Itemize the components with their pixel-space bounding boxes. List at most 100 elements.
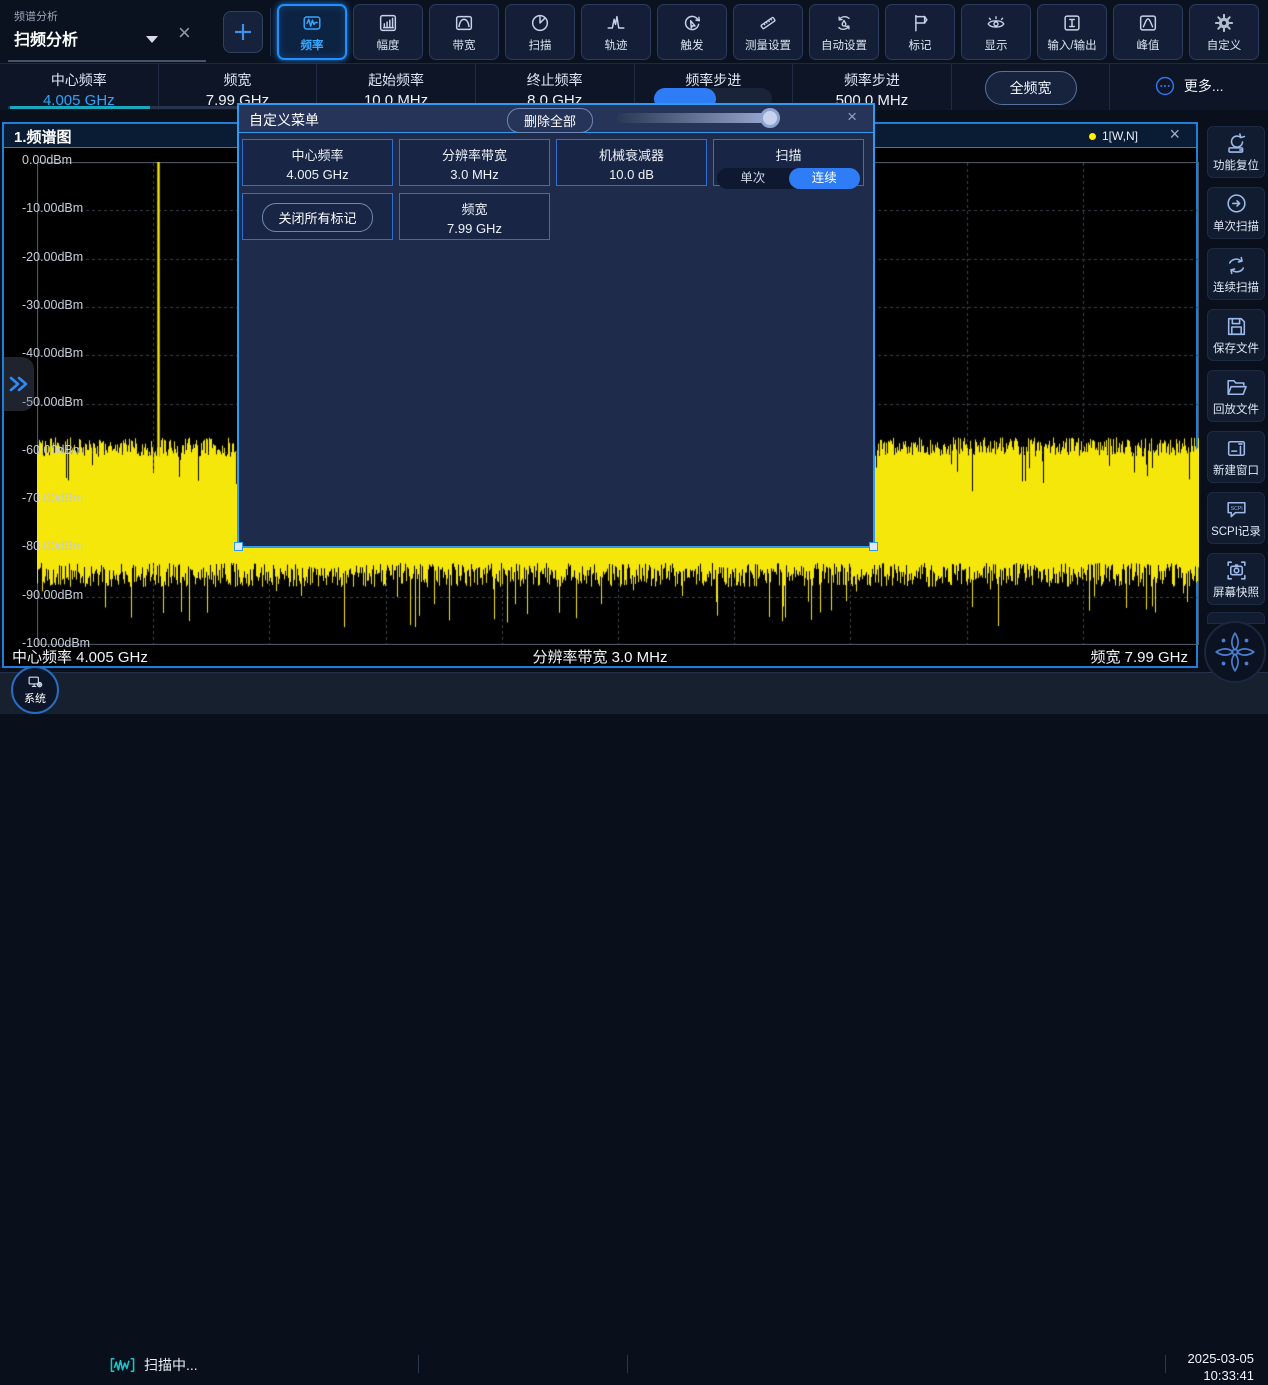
new-window-button[interactable]: 新建窗口 <box>1207 431 1265 483</box>
replay-file-button[interactable]: 回放文件 <box>1207 370 1265 422</box>
footer-span: 频宽 7.99 GHz <box>1090 646 1188 667</box>
param-center-frequency[interactable]: 中心频率 4.005 GHz <box>0 64 159 110</box>
sidebar-item-label: 单次扫描 <box>1213 218 1259 234</box>
spectrum-window-title: 1.频谱图 <box>14 126 72 147</box>
card-value: 4.005 GHz <box>243 167 392 182</box>
save-icon <box>1224 314 1249 339</box>
card-label: 中心频率 <box>243 145 392 164</box>
toolbar-frequency-button[interactable]: 频率 <box>277 4 347 60</box>
y-tick-label: -60.00dBm <box>22 443 83 457</box>
toolbar-buttons: 频率 幅度 带宽 扫描 轨迹 触发 测量设置 自动设置 <box>277 4 1259 60</box>
trace-color-dot <box>1089 133 1096 140</box>
trace-icon <box>605 12 627 34</box>
toolbar-bandwidth-button[interactable]: 带宽 <box>429 4 499 60</box>
analysis-mode-tab[interactable]: 频谱分析 扫频分析 × <box>8 0 206 62</box>
time-text: 10:33:41 <box>1188 1368 1255 1385</box>
sweep-single-option[interactable]: 单次 <box>717 168 789 189</box>
toolbar-sweep-button[interactable]: 扫描 <box>505 4 575 60</box>
dialog-card-close-markers: 关闭所有标记 <box>242 193 393 240</box>
toolbar-input-output-label: 输入/输出 <box>1047 37 1096 53</box>
y-tick-label: -40.00dBm <box>22 346 83 360</box>
save-file-button[interactable]: 保存文件 <box>1207 309 1265 361</box>
param-full-span-cell: 全频宽 <box>952 64 1111 110</box>
scpi-log-button[interactable]: SCPI SCPI记录 <box>1207 492 1265 544</box>
dialog-header[interactable]: 自定义菜单 删除全部 × <box>239 105 873 133</box>
scpi-bubble-icon: SCPI <box>1224 497 1249 522</box>
system-monitor-icon <box>27 674 44 691</box>
toolbar-marker-button[interactable]: 标记 <box>885 4 955 60</box>
single-sweep-button[interactable]: 单次扫描 <box>1207 187 1265 239</box>
trigger-icon <box>681 12 703 34</box>
dialog-close-icon[interactable]: × <box>847 107 857 127</box>
navigation-knob[interactable] <box>1204 621 1266 683</box>
delete-all-button[interactable]: 删除全部 <box>507 108 593 133</box>
toolbar-peak-button[interactable]: 峰值 <box>1113 4 1183 60</box>
sweep-continuous-option[interactable]: 连续 <box>789 168 861 189</box>
dialog-card-rbw[interactable]: 分辨率带宽 3.0 MHz <box>399 139 550 186</box>
eye-icon <box>985 12 1007 34</box>
sweep-mode-toggle[interactable]: 单次 连续 <box>717 168 860 189</box>
toolbar-auto-setup-button[interactable]: 自动设置 <box>809 4 879 60</box>
dialog-resize-handle[interactable] <box>869 542 878 551</box>
continuous-sweep-button[interactable]: 连续扫描 <box>1207 248 1265 300</box>
dialog-card-center-frequency[interactable]: 中心频率 4.005 GHz <box>242 139 393 186</box>
app-category-label: 频谱分析 <box>14 8 58 24</box>
dialog-opacity-slider[interactable] <box>617 113 780 123</box>
toolbar-custom-button[interactable]: 自定义 <box>1189 4 1259 60</box>
sidebar-item-label: 屏幕快照 <box>1213 584 1259 600</box>
peak-icon <box>1137 12 1159 34</box>
system-button-label: 系统 <box>24 690 46 706</box>
toolbar-amplitude-button[interactable]: 幅度 <box>353 4 423 60</box>
toolbar-auto-setup-label: 自动设置 <box>821 37 867 53</box>
toolbar-trigger-button[interactable]: 触发 <box>657 4 727 60</box>
sweep-waveform-icon <box>110 1357 135 1373</box>
amplitude-icon <box>377 12 399 34</box>
toolbar-frequency-label: 频率 <box>301 37 324 53</box>
status-separator <box>1165 1355 1166 1373</box>
full-span-button[interactable]: 全频宽 <box>985 71 1077 105</box>
slider-thumb[interactable] <box>760 108 780 128</box>
side-panel-expand-handle[interactable] <box>4 357 34 411</box>
toolbar-trigger-label: 触发 <box>681 37 704 53</box>
y-tick-label: -90.00dBm <box>22 588 83 602</box>
ruler-icon <box>757 12 779 34</box>
custom-menu-dialog: 自定义菜单 删除全部 × 中心频率 4.005 GHz 分辨率带宽 3.0 MH… <box>237 103 875 548</box>
sidebar-item-label: 连续扫描 <box>1213 279 1259 295</box>
more-button[interactable]: 更多... <box>1110 76 1268 96</box>
chevron-down-icon[interactable] <box>146 36 158 43</box>
param-more-cell: 更多... <box>1110 64 1268 110</box>
compass-arrows-icon <box>1212 629 1258 675</box>
toolbar-display-button[interactable]: 显示 <box>961 4 1031 60</box>
param-label: 终止频率 <box>476 70 634 90</box>
toolbar-trace-button[interactable]: 轨迹 <box>581 4 651 60</box>
input-output-icon <box>1061 12 1083 34</box>
toolbar-input-output-button[interactable]: 输入/输出 <box>1037 4 1107 60</box>
tab-close-icon[interactable]: × <box>178 20 191 46</box>
dialog-resize-handle[interactable] <box>234 542 243 551</box>
window-close-icon[interactable]: × <box>1169 124 1180 145</box>
bandwidth-icon <box>453 12 475 34</box>
dialog-card-attenuator[interactable]: 机械衰减器 10.0 dB <box>556 139 707 186</box>
y-tick-label: -20.00dBm <box>22 250 83 264</box>
sidebar-item-label: 新建窗口 <box>1213 462 1259 478</box>
single-sweep-icon <box>1224 192 1249 217</box>
sidebar-item-label: 保存文件 <box>1213 340 1259 356</box>
y-tick-label: -30.00dBm <box>22 298 83 312</box>
camera-icon <box>1224 558 1249 583</box>
sidebar-item-label: 回放文件 <box>1213 401 1259 417</box>
toolbar-measure-setup-button[interactable]: 测量设置 <box>733 4 803 60</box>
sidebar-item-label: 功能复位 <box>1213 157 1259 173</box>
toolbar-trace-label: 轨迹 <box>605 37 628 53</box>
card-value: 10.0 dB <box>557 167 706 182</box>
param-scrollbar-thumb[interactable] <box>10 106 150 109</box>
dialog-card-span[interactable]: 频宽 7.99 GHz <box>399 193 550 240</box>
param-label: 中心频率 <box>0 70 158 90</box>
close-all-markers-button[interactable]: 关闭所有标记 <box>262 203 372 232</box>
card-label: 机械衰减器 <box>557 145 706 164</box>
screenshot-button[interactable]: 屏幕快照 <box>1207 553 1265 605</box>
add-tab-button[interactable] <box>223 11 263 53</box>
system-button[interactable]: 系统 <box>11 666 59 714</box>
svg-text:SCPI: SCPI <box>1230 506 1242 512</box>
trace-badge: 1[W,N] <box>1089 129 1138 143</box>
function-reset-button[interactable]: 功能复位 <box>1207 126 1265 178</box>
